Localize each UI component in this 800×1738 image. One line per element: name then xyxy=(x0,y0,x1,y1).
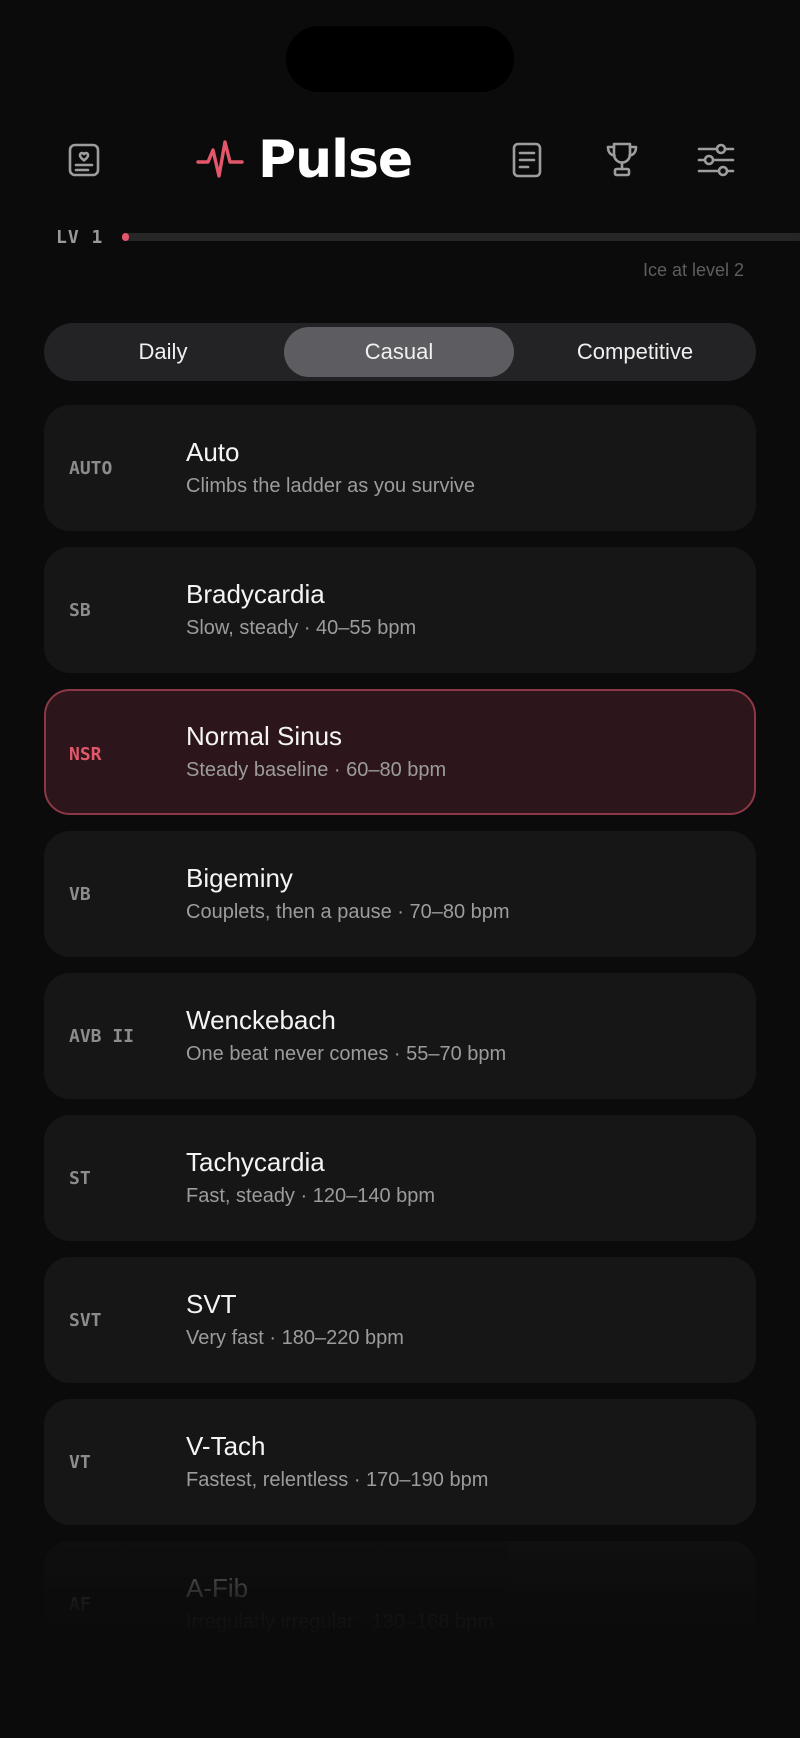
level-progress-track xyxy=(122,233,800,241)
trophy-icon xyxy=(606,142,638,177)
rhythm-card-a-fib[interactable]: AF A-Fib Irregularly irregular · 130–168… xyxy=(44,1541,756,1667)
rhythm-code: SVT xyxy=(69,1309,102,1331)
rhythm-card-svt[interactable]: SVT SVT Very fast · 180–220 bpm xyxy=(44,1257,756,1383)
profile-card-button[interactable] xyxy=(54,130,114,190)
rhythm-code: AUTO xyxy=(69,457,113,479)
tab-daily[interactable]: Daily xyxy=(48,327,278,377)
sliders-icon xyxy=(697,143,735,177)
rhythm-name: Bigeminy xyxy=(186,863,293,893)
rhythm-list: AUTO Auto Climbs the ladder as you survi… xyxy=(44,405,756,1683)
mode-tabs: Daily Casual Competitive xyxy=(44,323,756,381)
rhythm-code: VT xyxy=(69,1451,91,1473)
rhythm-code: VB xyxy=(69,883,91,905)
app-screen: Pulse LV 1 Ice at level 2 Daily Casual C… xyxy=(0,0,800,1738)
rhythm-name: V-Tach xyxy=(186,1431,266,1461)
rhythm-description: Fast, steady · 120–140 bpm xyxy=(186,1185,436,1207)
app-logo: Pulse xyxy=(196,128,413,192)
rhythm-card-wenckebach[interactable]: AVB II Wenckebach One beat never comes ·… xyxy=(44,973,756,1099)
level-progress-fill xyxy=(122,233,129,241)
camera-notch xyxy=(286,26,514,92)
rhythm-description: Climbs the ladder as you survive xyxy=(186,475,476,497)
header: Pulse xyxy=(0,128,800,192)
rhythm-code: AF xyxy=(69,1593,91,1615)
tab-competitive[interactable]: Competitive xyxy=(520,327,750,377)
rhythm-description: Couplets, then a pause · 70–80 bpm xyxy=(186,901,510,923)
rhythm-description: Irregularly irregular · 130–168 bpm xyxy=(186,1611,494,1633)
rhythm-card-auto[interactable]: AUTO Auto Climbs the ladder as you survi… xyxy=(44,405,756,531)
rhythm-card-normal-sinus[interactable]: NSR Normal Sinus Steady baseline · 60–80… xyxy=(44,689,756,815)
rhythm-name: A-Fib xyxy=(186,1573,249,1603)
rhythm-name: Auto xyxy=(186,437,240,467)
rhythm-code: ST xyxy=(69,1167,91,1189)
rhythm-code: SB xyxy=(69,599,91,621)
app-title: Pulse xyxy=(258,130,413,190)
rhythm-name: Normal Sinus xyxy=(186,721,343,751)
rhythm-card-bradycardia[interactable]: SB Bradycardia Slow, steady · 40–55 bpm xyxy=(44,547,756,673)
rhythm-description: One beat never comes · 55–70 bpm xyxy=(186,1043,507,1065)
tab-casual[interactable]: Casual xyxy=(284,327,514,377)
next-unlock-text: Ice at level 2 xyxy=(642,260,744,280)
document-icon xyxy=(512,142,542,178)
tab-label: Daily xyxy=(138,339,188,364)
rhythm-description: Very fast · 180–220 bpm xyxy=(186,1327,404,1349)
tab-label: Competitive xyxy=(576,339,694,364)
profile-card-icon xyxy=(68,143,100,177)
leaderboard-button[interactable] xyxy=(592,130,652,190)
rhythm-code: NSR xyxy=(69,743,102,765)
rhythm-card-v-tach[interactable]: VT V-Tach Fastest, relentless · 170–190 … xyxy=(44,1399,756,1525)
notes-button[interactable] xyxy=(497,130,557,190)
rhythm-name: SVT xyxy=(186,1289,237,1319)
settings-button[interactable] xyxy=(686,130,746,190)
tab-label: Casual xyxy=(364,339,434,364)
level-label: LV 1 xyxy=(56,227,104,248)
level-progress: LV 1 xyxy=(56,225,800,251)
rhythm-card-bigeminy[interactable]: VB Bigeminy Couplets, then a pause · 70–… xyxy=(44,831,756,957)
rhythm-card-tachycardia[interactable]: ST Tachycardia Fast, steady · 120–140 bp… xyxy=(44,1115,756,1241)
rhythm-name: Bradycardia xyxy=(186,579,325,609)
rhythm-name: Wenckebach xyxy=(186,1005,336,1035)
heartbeat-icon xyxy=(196,140,244,178)
rhythm-description: Steady baseline · 60–80 bpm xyxy=(186,759,447,781)
rhythm-description: Slow, steady · 40–55 bpm xyxy=(186,617,417,639)
rhythm-code: AVB II xyxy=(69,1025,135,1047)
rhythm-name: Tachycardia xyxy=(186,1147,325,1177)
rhythm-description: Fastest, relentless · 170–190 bpm xyxy=(186,1469,489,1491)
